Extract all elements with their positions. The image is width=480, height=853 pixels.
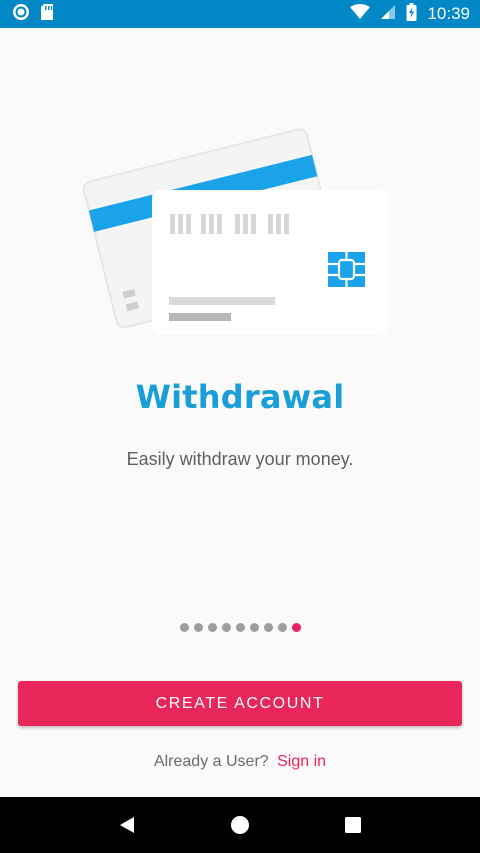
signin-row: Already a User? Sign in [0, 753, 480, 771]
page-dot[interactable] [179, 623, 189, 632]
wifi-icon [350, 3, 371, 25]
already-user-text: Already a User? [153, 753, 269, 770]
battery-charging-icon [406, 2, 417, 26]
page-dot[interactable] [277, 623, 287, 632]
recents-icon[interactable] [333, 805, 373, 845]
status-right: 10:39 [350, 2, 470, 26]
front-card [152, 190, 388, 334]
create-account-button[interactable]: CREATE ACCOUNT [18, 681, 462, 726]
card-chip [328, 252, 365, 287]
page-dot[interactable] [221, 623, 231, 632]
page-dot[interactable] [249, 623, 259, 632]
cards-illustration [80, 100, 400, 350]
navigation-bar [0, 797, 480, 853]
signal-icon [380, 4, 396, 25]
status-time: 10:39 [427, 4, 470, 23]
sign-in-link[interactable]: Sign in [277, 753, 326, 770]
sd-card-icon [40, 3, 54, 26]
status-bar: 10:39 [0, 0, 480, 28]
page-dot[interactable] [235, 623, 245, 632]
status-left [12, 3, 54, 26]
page-indicator [0, 623, 480, 632]
app-notification-icon [12, 3, 30, 26]
page-dot[interactable] [207, 623, 217, 632]
back-icon[interactable] [107, 805, 147, 845]
page-dot[interactable] [263, 623, 273, 632]
page-dot[interactable] [193, 623, 203, 632]
home-icon[interactable] [220, 805, 260, 845]
page-dot-active[interactable] [291, 623, 301, 632]
onboarding-title: Withdrawal [135, 378, 345, 416]
onboarding-subtitle: Easily withdraw your money. [126, 449, 354, 469]
